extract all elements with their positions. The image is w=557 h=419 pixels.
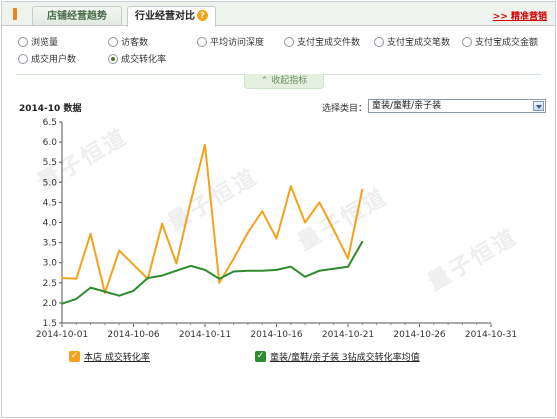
- y-tick-label: 1.5: [43, 319, 57, 329]
- legend-store[interactable]: ✓ 本店 成交转化率: [69, 351, 150, 365]
- industry-data-point: [218, 277, 221, 280]
- store-data-point: [289, 185, 292, 188]
- x-tick-label: 2014-10-01: [36, 330, 88, 340]
- industry-data-point: [132, 289, 135, 292]
- store-data-point: [75, 277, 78, 280]
- store-data-point: [304, 221, 306, 224]
- industry-data-point: [161, 274, 164, 277]
- industry-data-point: [61, 302, 63, 305]
- legend-industry[interactable]: ✓ 童装/童鞋/亲子装 3钻成交转化率均值: [255, 351, 420, 365]
- y-tick-label: 5.5: [43, 158, 57, 168]
- industry-data-point: [104, 290, 106, 293]
- checkbox-icon[interactable]: ✓: [255, 351, 266, 362]
- panel-frame: 店铺经营趋势 行业经营对比? >> 精准营销 浏览量 访客数 平均访问深度 支付…: [1, 1, 556, 418]
- store-data-point: [118, 249, 121, 252]
- industry-data-point: [89, 286, 92, 289]
- chart-axes: 1.5 2.0 2.5 3.0 3.5 4.0 4.5 5.0 5.5 6.0 6.5 2014-10…: [36, 118, 517, 340]
- industry-data-point: [347, 265, 349, 268]
- checkbox-icon[interactable]: ✓: [69, 351, 80, 362]
- y-tick-label: 5.0: [43, 178, 58, 188]
- legend-industry-label: 童装/童鞋/亲子装 3钻成交转化率均值: [270, 353, 420, 363]
- store-data-point: [161, 222, 164, 225]
- y-tick-label: 3.5: [43, 239, 57, 249]
- chart-series: [61, 143, 364, 305]
- store-data-point: [218, 281, 221, 284]
- store-data-point: [361, 188, 364, 191]
- y-tick-label: 2.0: [43, 299, 58, 309]
- x-tick-label: 2014-10-16: [250, 330, 303, 340]
- y-tick-label: 6.5: [43, 118, 57, 128]
- industry-data-point: [204, 269, 206, 271]
- x-tick-label: 2014-10-21: [322, 330, 374, 340]
- y-tick-label: 4.5: [43, 198, 57, 208]
- legend-store-label: 本店 成交转化率: [84, 353, 150, 363]
- y-tick-label: 2.5: [43, 279, 57, 289]
- store-data-point: [232, 257, 235, 260]
- industry-data-point: [175, 269, 178, 272]
- industry-data-point: [75, 297, 78, 300]
- industry-data-point: [318, 269, 321, 272]
- industry-data-point: [247, 269, 249, 272]
- y-tick-label: 3.0: [43, 259, 58, 269]
- industry-data-point: [118, 294, 121, 297]
- store-data-point: [261, 210, 264, 213]
- industry-data-point: [304, 275, 306, 278]
- store-data-point: [175, 262, 178, 265]
- industry-conversion-line: [61, 241, 364, 305]
- industry-data-point: [189, 265, 192, 267]
- industry-data-point: [232, 270, 235, 273]
- industry-data-point: [146, 277, 149, 279]
- store-data-point: [132, 263, 135, 266]
- store-data-point: [275, 237, 278, 240]
- store-data-point: [347, 257, 349, 260]
- industry-data-point: [361, 240, 364, 243]
- industry-data-point: [261, 269, 264, 272]
- x-tick-label: 2014-10-26: [393, 330, 446, 340]
- y-tick-label: 4.0: [43, 219, 58, 229]
- x-tick-label: 2014-10-31: [465, 330, 517, 340]
- store-data-point: [204, 144, 206, 146]
- x-tick-label: 2014-10-06: [107, 330, 160, 340]
- industry-data-point: [275, 269, 278, 271]
- store-data-point: [61, 277, 63, 279]
- store-data-point: [189, 200, 192, 203]
- store-data-point: [247, 231, 249, 234]
- store-data-point: [332, 228, 335, 231]
- store-data-point: [318, 201, 321, 204]
- industry-data-point: [289, 265, 292, 268]
- y-tick-label: 6.0: [43, 138, 58, 148]
- store-data-point: [89, 232, 92, 235]
- x-tick-label: 2014-10-11: [179, 330, 231, 340]
- industry-data-point: [332, 267, 335, 270]
